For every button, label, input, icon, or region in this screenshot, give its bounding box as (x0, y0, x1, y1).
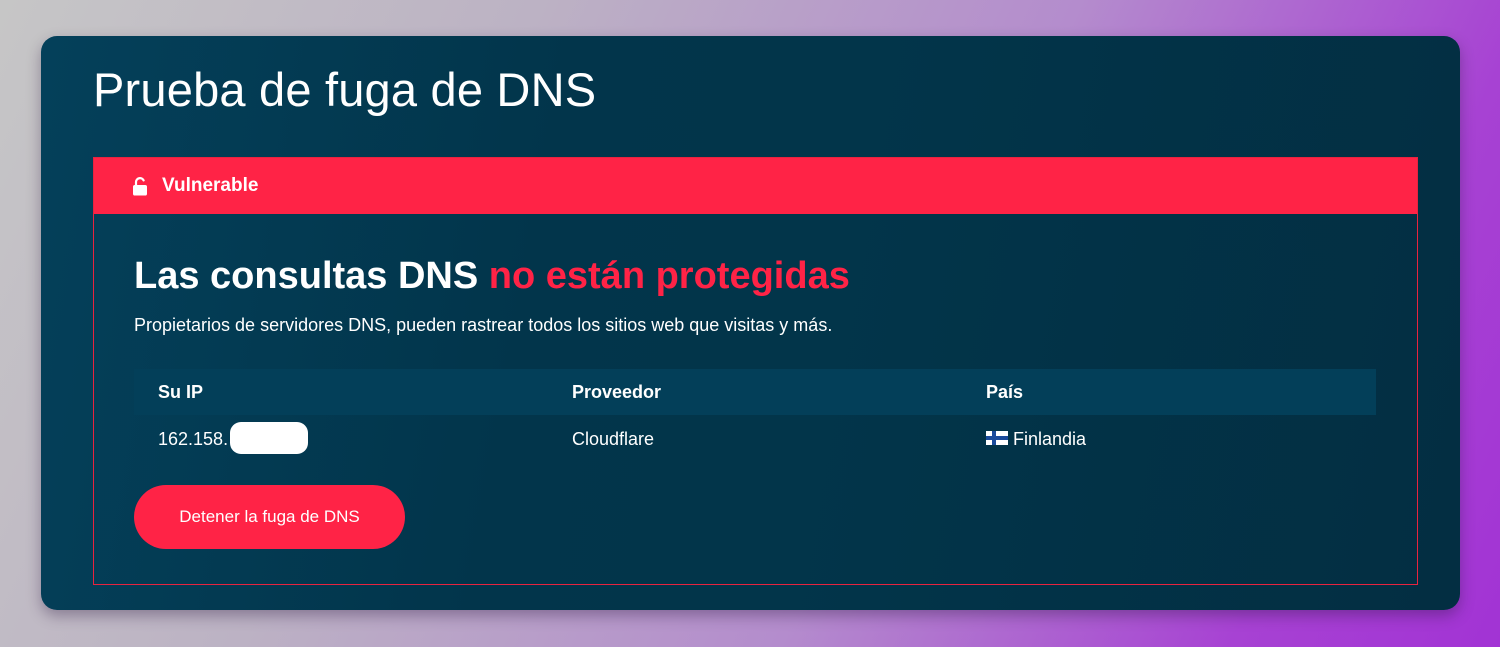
provider-cell: Cloudflare (572, 429, 655, 449)
unlocked-padlock-icon (133, 177, 147, 196)
table-row: 162.158. Cloudflare Finlandia (134, 415, 1376, 463)
info-table: Su IP Proveedor País 162.158. Cloudflare… (134, 369, 1376, 463)
page-title: Prueba de fuga de DNS (93, 63, 597, 116)
ip-value: 162.158. (158, 429, 229, 449)
country-name: Finlandia (1013, 429, 1087, 449)
ip-cell: 162.158. (158, 415, 309, 463)
result-panel: Vulnerable Las consultas DNS no están pr… (93, 157, 1418, 585)
headline-prefix: Las consultas DNS (134, 255, 479, 297)
header-provider: Proveedor (572, 382, 662, 402)
header-ip: Su IP (158, 382, 204, 402)
stop-dns-leak-button[interactable]: Detener la fuga de DNS (134, 485, 405, 549)
ip-redaction-mask (230, 422, 309, 455)
dns-leak-test-card: Prueba de fuga de DNS Vulnerable Las con… (41, 36, 1460, 610)
country-cell: Finlandia (986, 415, 1086, 463)
status-bar: Vulnerable (94, 158, 1417, 214)
headline-accent: no están protegidas (488, 255, 850, 297)
finland-flag-icon (986, 431, 1008, 446)
header-country: País (986, 382, 1024, 402)
headline: Las consultas DNS no están protegidas (134, 255, 850, 298)
description: Propietarios de servidores DNS, pueden r… (134, 315, 833, 335)
table-header: Su IP Proveedor País (134, 369, 1376, 415)
status-label: Vulnerable (162, 175, 259, 196)
